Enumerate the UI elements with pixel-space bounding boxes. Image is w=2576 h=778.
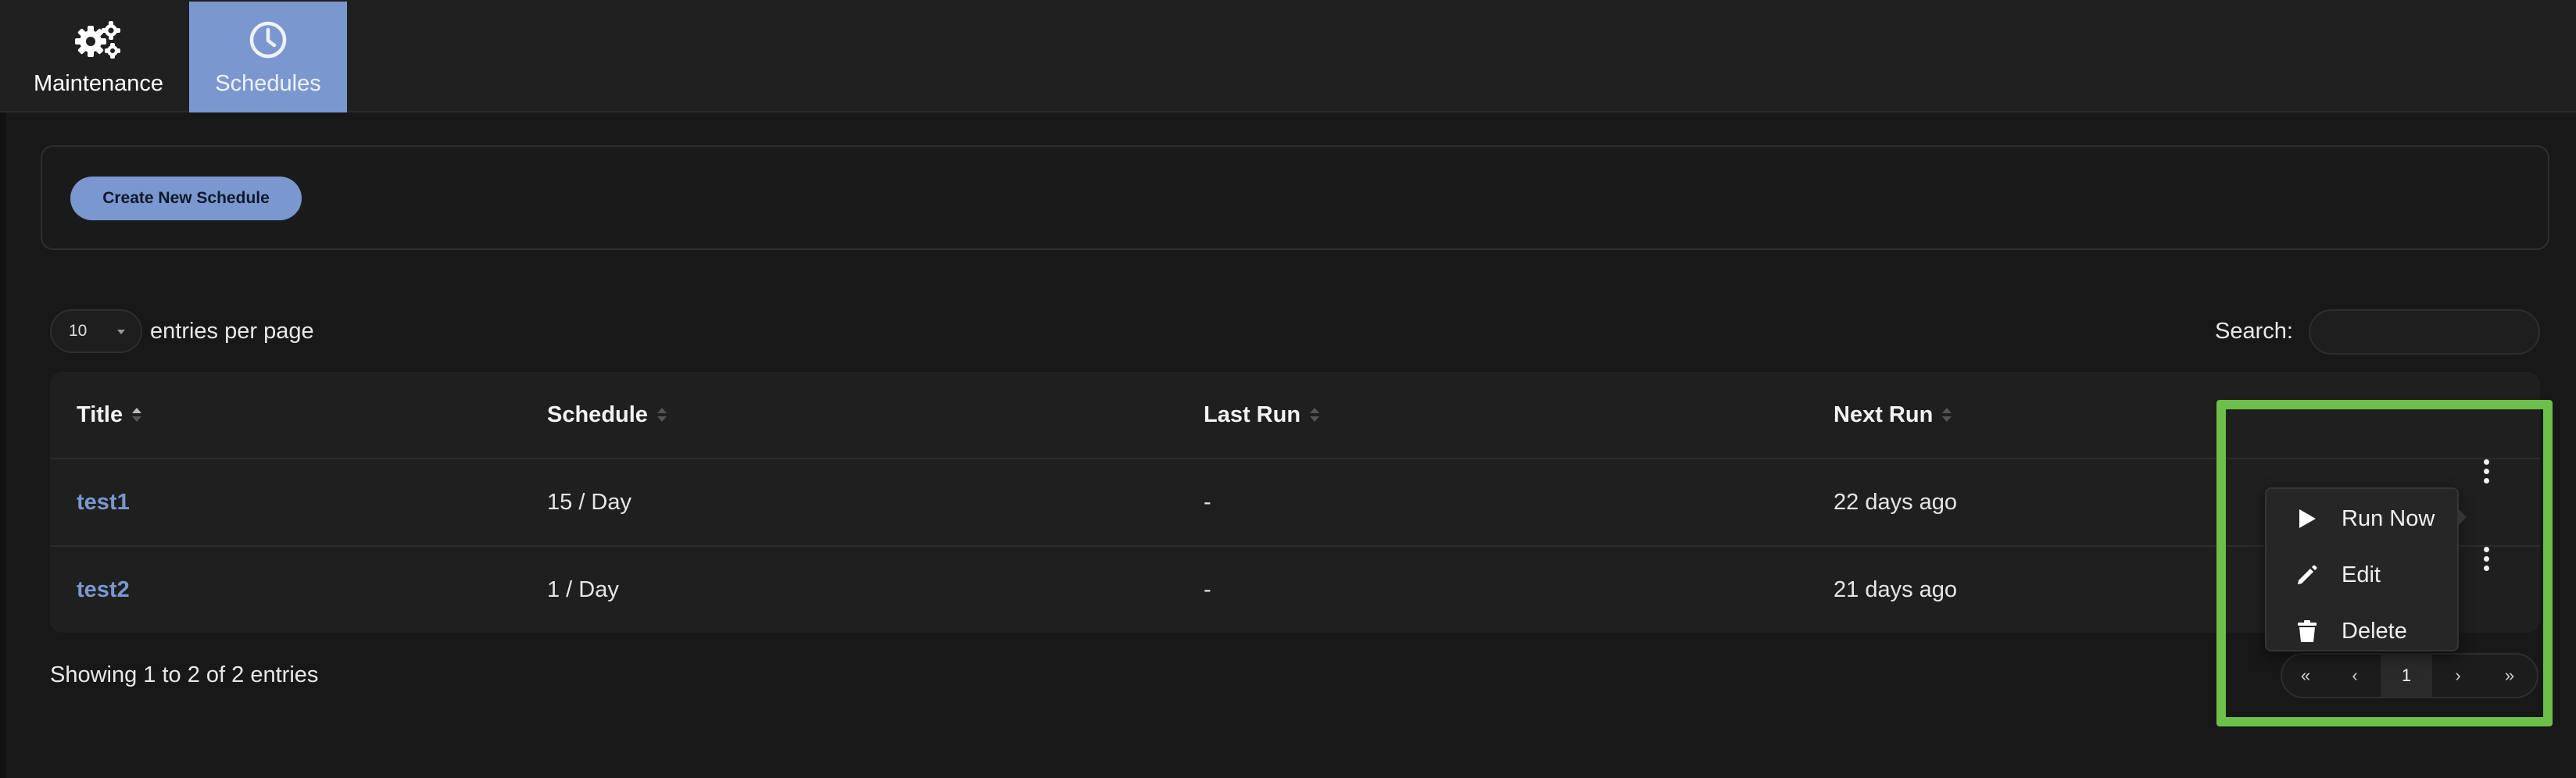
- sort-icon: [1310, 408, 1320, 422]
- pagination-next-button[interactable]: ›: [2432, 655, 2484, 697]
- sort-icon: [657, 408, 667, 422]
- trash-icon: [2295, 619, 2320, 644]
- chevron-down-icon: [117, 330, 125, 334]
- menu-item-label: Edit: [2342, 562, 2381, 587]
- page-size-select[interactable]: 10: [50, 309, 142, 353]
- menu-item-label: Delete: [2342, 618, 2407, 644]
- pagination-page-1[interactable]: 1: [2381, 655, 2432, 697]
- actions-panel: Create New Schedule: [41, 145, 2549, 250]
- menu-pointer: [2457, 508, 2467, 526]
- more-actions-icon[interactable]: [2484, 547, 2489, 633]
- next-run-value: 21 days ago: [1834, 576, 1958, 602]
- tab-schedules-label: Schedules: [215, 70, 321, 96]
- table-info: Showing 1 to 2 of 2 entries: [50, 662, 319, 687]
- pagination: « ‹ 1 › »: [2281, 653, 2538, 698]
- menu-item-edit[interactable]: Edit: [2267, 547, 2457, 603]
- schedule-title-link[interactable]: test1: [77, 459, 130, 545]
- schedule-frequency: 1 / Day: [547, 576, 619, 602]
- column-header-last-run[interactable]: Last Run: [1204, 372, 1320, 458]
- window-edge: [0, 0, 6, 778]
- pencil-icon: [2295, 562, 2320, 587]
- next-run-value: 22 days ago: [1834, 489, 1958, 515]
- sort-icon: [1942, 408, 1952, 422]
- more-actions-icon[interactable]: [2484, 459, 2489, 545]
- top-navigation: Maintenance Schedules: [0, 0, 2576, 112]
- play-icon: [2295, 506, 2320, 531]
- column-header-next-run[interactable]: Next Run: [1834, 372, 1952, 458]
- table-row: test1 15 / Day - 22 days ago: [50, 459, 2540, 547]
- tab-maintenance-label: Maintenance: [33, 70, 164, 96]
- last-run-value: -: [1204, 489, 1211, 515]
- column-header-title[interactable]: Title: [77, 372, 142, 458]
- pagination-first-button[interactable]: «: [2282, 655, 2329, 697]
- gears-icon: [73, 18, 123, 62]
- page-size-value: 10: [69, 322, 88, 340]
- row-actions-menu: Run Now Edit Delete: [2265, 487, 2459, 651]
- tab-schedules[interactable]: Schedules: [189, 2, 347, 112]
- column-header-schedule[interactable]: Schedule: [547, 372, 667, 458]
- last-run-value: -: [1204, 576, 1211, 602]
- clock-icon: [248, 18, 288, 62]
- entries-per-page-label: entries per page: [150, 319, 314, 344]
- schedule-title-link[interactable]: test2: [77, 547, 130, 633]
- pagination-last-button[interactable]: »: [2484, 655, 2535, 697]
- search-input[interactable]: [2309, 309, 2540, 355]
- tab-maintenance[interactable]: Maintenance: [22, 2, 175, 112]
- menu-item-delete[interactable]: Delete: [2267, 603, 2457, 659]
- create-new-schedule-button[interactable]: Create New Schedule: [70, 177, 302, 220]
- menu-item-run-now[interactable]: Run Now: [2267, 491, 2457, 547]
- menu-item-label: Run Now: [2342, 505, 2435, 531]
- pagination-prev-button[interactable]: ‹: [2329, 655, 2381, 697]
- schedule-frequency: 15 / Day: [547, 489, 631, 515]
- search-label: Search:: [2215, 319, 2293, 344]
- schedules-table: Title Schedule Last Run Next Run test1 1…: [50, 372, 2540, 633]
- table-header-row: Title Schedule Last Run Next Run: [50, 372, 2540, 459]
- table-row: test2 1 / Day - 21 days ago: [50, 547, 2540, 633]
- sort-asc-icon: [132, 408, 142, 422]
